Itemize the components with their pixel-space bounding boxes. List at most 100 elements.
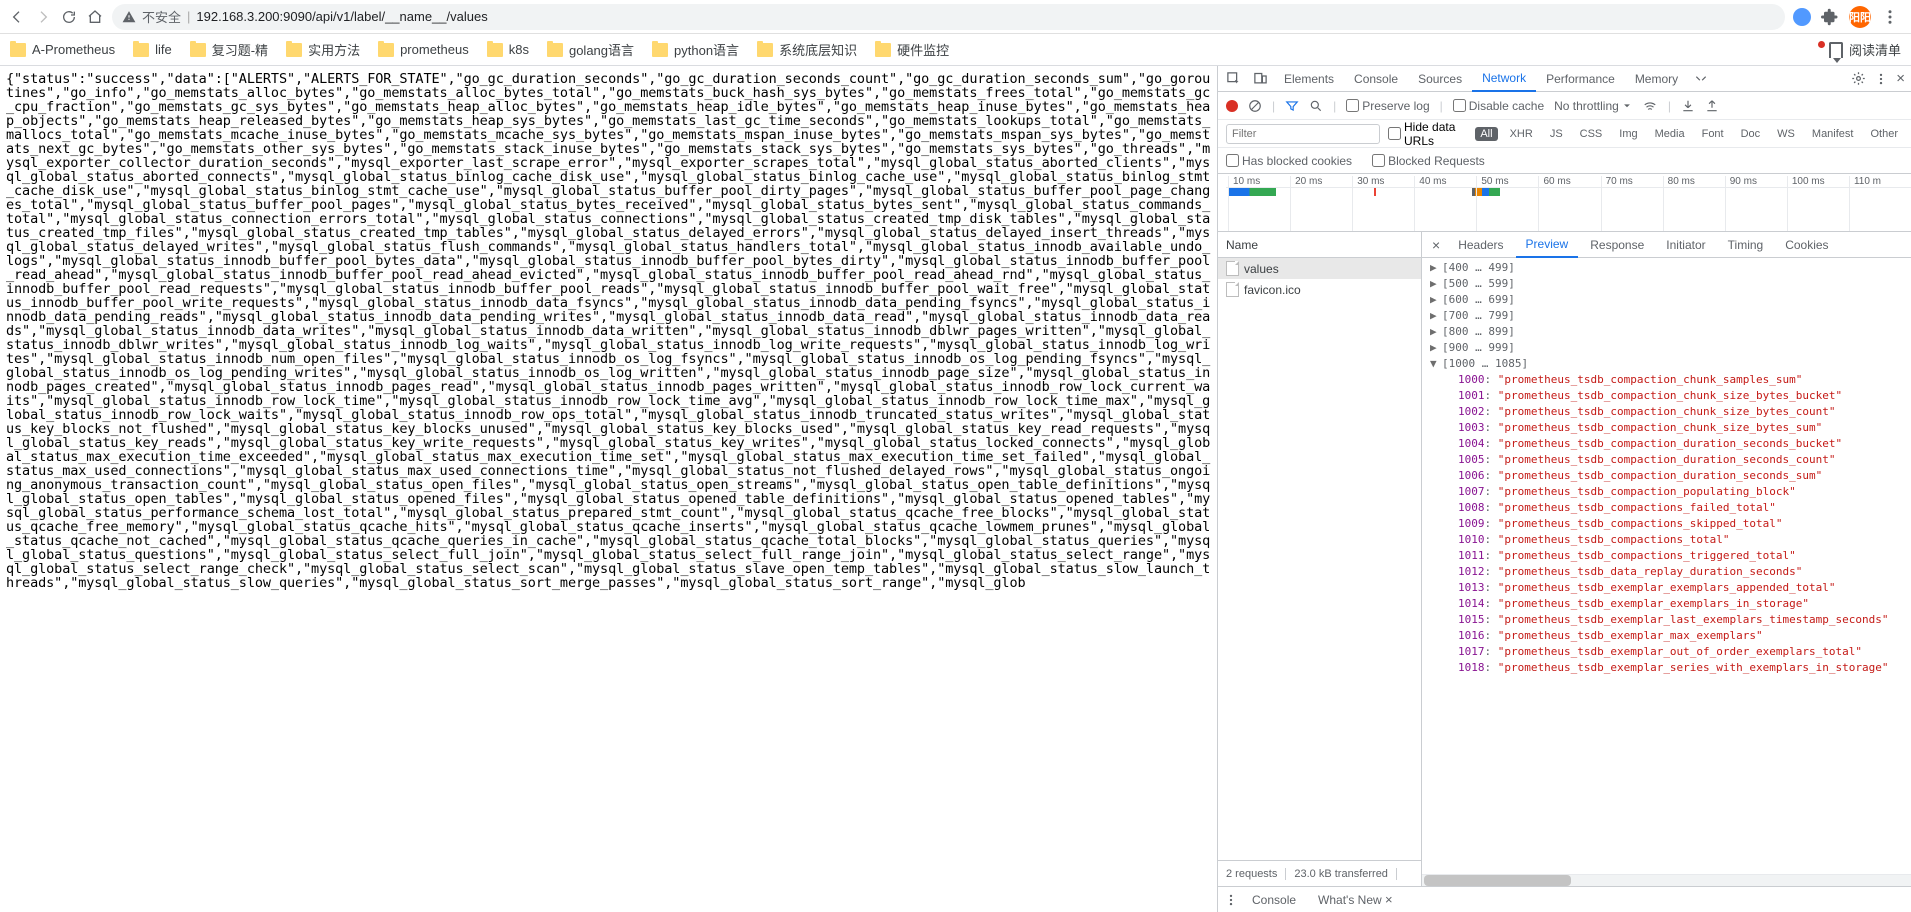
back-button[interactable] <box>8 8 26 26</box>
detail-tab-initiator[interactable]: Initiator <box>1656 232 1715 258</box>
drawer-tab-whatsnew[interactable]: What's New × <box>1310 892 1401 907</box>
request-row[interactable]: values <box>1218 258 1421 279</box>
tree-range-collapsed[interactable]: ▶[500 … 599] <box>1430 276 1911 292</box>
reload-button[interactable] <box>60 8 78 26</box>
detail-tab-cookies[interactable]: Cookies <box>1775 232 1838 258</box>
tree-item[interactable]: 1009: "prometheus_tsdb_compactions_skipp… <box>1430 516 1911 532</box>
import-har-icon[interactable] <box>1681 99 1695 113</box>
tree-item[interactable]: 1015: "prometheus_tsdb_exemplar_last_exe… <box>1430 612 1911 628</box>
preview-tree[interactable]: ▶[400 … 499]▶[500 … 599]▶[600 … 699]▶[70… <box>1422 258 1911 874</box>
close-detail-icon[interactable]: × <box>1426 237 1446 253</box>
type-filter-css[interactable]: CSS <box>1575 127 1608 141</box>
record-button[interactable] <box>1226 100 1238 112</box>
type-filter-media[interactable]: Media <box>1650 127 1690 141</box>
preserve-log-checkbox[interactable]: Preserve log <box>1346 99 1429 113</box>
tree-item[interactable]: 1012: "prometheus_tsdb_data_replay_durat… <box>1430 564 1911 580</box>
throttling-select[interactable]: No throttling <box>1554 99 1632 113</box>
tree-item[interactable]: 1003: "prometheus_tsdb_compaction_chunk_… <box>1430 420 1911 436</box>
bookmark-item[interactable]: A-Prometheus <box>10 42 115 57</box>
extensions-icon[interactable] <box>1821 8 1839 26</box>
kebab-icon[interactable] <box>1874 72 1888 86</box>
network-timeline[interactable]: 10 ms20 ms30 ms40 ms50 ms60 ms70 ms80 ms… <box>1218 174 1911 232</box>
disable-cache-checkbox[interactable]: Disable cache <box>1453 99 1544 113</box>
tree-item[interactable]: 1002: "prometheus_tsdb_compaction_chunk_… <box>1430 404 1911 420</box>
tree-item[interactable]: 1004: "prometheus_tsdb_compaction_durati… <box>1430 436 1911 452</box>
type-filter-other[interactable]: Other <box>1865 127 1903 141</box>
request-row[interactable]: favicon.ico <box>1218 279 1421 300</box>
type-filter-doc[interactable]: Doc <box>1736 127 1766 141</box>
tree-item[interactable]: 1018: "prometheus_tsdb_exemplar_series_w… <box>1430 660 1911 676</box>
export-har-icon[interactable] <box>1705 99 1719 113</box>
tree-item[interactable]: 1000: "prometheus_tsdb_compaction_chunk_… <box>1430 372 1911 388</box>
tree-item[interactable]: 1008: "prometheus_tsdb_compactions_faile… <box>1430 500 1911 516</box>
tree-range-open[interactable]: ▼[1000 … 1085] <box>1430 356 1911 372</box>
drawer-kebab-icon[interactable] <box>1224 893 1238 907</box>
bookmark-item[interactable]: 硬件监控 <box>875 40 949 59</box>
url-bar[interactable]: 不安全 | 192.168.3.200:9090/api/v1/label/__… <box>112 4 1785 30</box>
search-icon[interactable] <box>1309 99 1323 113</box>
devtools-tab-memory[interactable]: Memory <box>1625 66 1688 92</box>
menu-icon[interactable] <box>1881 8 1899 26</box>
blocked-requests-checkbox[interactable]: Blocked Requests <box>1372 154 1485 168</box>
tree-item[interactable]: 1006: "prometheus_tsdb_compaction_durati… <box>1430 468 1911 484</box>
user-avatar-small[interactable] <box>1793 8 1811 26</box>
tree-item[interactable]: 1010: "prometheus_tsdb_compactions_total… <box>1430 532 1911 548</box>
tree-item[interactable]: 1014: "prometheus_tsdb_exemplar_exemplar… <box>1430 596 1911 612</box>
devtools-tab-console[interactable]: Console <box>1344 66 1408 92</box>
type-filter-manifest[interactable]: Manifest <box>1807 127 1859 141</box>
tree-range-collapsed[interactable]: ▶[600 … 699] <box>1430 292 1911 308</box>
horizontal-scrollbar[interactable] <box>1422 874 1911 886</box>
close-icon[interactable]: × <box>1385 892 1393 907</box>
bookmark-item[interactable]: 系统底层知识 <box>757 40 857 59</box>
drawer-tab-console[interactable]: Console <box>1244 893 1304 907</box>
settings-gear-icon[interactable] <box>1851 71 1866 86</box>
filter-icon[interactable] <box>1285 99 1299 113</box>
devtools-tab-performance[interactable]: Performance <box>1536 66 1625 92</box>
detail-tab-timing[interactable]: Timing <box>1718 232 1774 258</box>
bookmark-item[interactable]: k8s <box>487 42 529 57</box>
devtools-tab-sources[interactable]: Sources <box>1408 66 1472 92</box>
tree-item[interactable]: 1007: "prometheus_tsdb_compaction_popula… <box>1430 484 1911 500</box>
network-filter-input[interactable] <box>1226 124 1380 144</box>
type-filter-ws[interactable]: WS <box>1772 127 1800 141</box>
type-filter-font[interactable]: Font <box>1697 127 1729 141</box>
tree-item[interactable]: 1011: "prometheus_tsdb_compactions_trigg… <box>1430 548 1911 564</box>
page-body[interactable]: {"status":"success","data":["ALERTS","AL… <box>0 66 1217 912</box>
type-filter-js[interactable]: JS <box>1545 127 1568 141</box>
bookmark-item[interactable]: life <box>133 42 172 57</box>
type-filter-xhr[interactable]: XHR <box>1505 127 1538 141</box>
tree-range-collapsed[interactable]: ▶[900 … 999] <box>1430 340 1911 356</box>
device-toggle-icon[interactable] <box>1247 71 1274 86</box>
type-filter-img[interactable]: Img <box>1614 127 1642 141</box>
tree-item[interactable]: 1017: "prometheus_tsdb_exemplar_out_of_o… <box>1430 644 1911 660</box>
tree-range-collapsed[interactable]: ▶[700 … 799] <box>1430 308 1911 324</box>
request-list-header[interactable]: Name <box>1218 232 1421 258</box>
network-conditions-icon[interactable] <box>1642 99 1658 113</box>
clear-icon[interactable] <box>1248 99 1262 113</box>
hide-data-urls-checkbox[interactable]: Hide data URLs <box>1388 120 1467 148</box>
devtools-tab-network[interactable]: Network <box>1472 66 1536 92</box>
inspect-element-icon[interactable] <box>1220 71 1247 86</box>
tree-item[interactable]: 1005: "prometheus_tsdb_compaction_durati… <box>1430 452 1911 468</box>
type-filter-all[interactable]: All <box>1475 127 1497 141</box>
devtools-tab-elements[interactable]: Elements <box>1274 66 1344 92</box>
detail-tab-response[interactable]: Response <box>1580 232 1654 258</box>
detail-tab-preview[interactable]: Preview <box>1516 232 1579 258</box>
tree-item[interactable]: 1016: "prometheus_tsdb_exemplar_max_exem… <box>1430 628 1911 644</box>
bookmark-item[interactable]: golang语言 <box>547 40 634 59</box>
bookmark-item[interactable]: python语言 <box>652 40 739 59</box>
readlist-button[interactable]: 阅读清单 <box>1829 40 1901 59</box>
devtools-close-icon[interactable]: × <box>1896 70 1905 87</box>
bookmark-item[interactable]: prometheus <box>378 42 469 57</box>
tree-range-collapsed[interactable]: ▶[400 … 499] <box>1430 260 1911 276</box>
tree-range-collapsed[interactable]: ▶[800 … 899] <box>1430 324 1911 340</box>
bookmark-item[interactable]: 复习题-精 <box>190 40 268 59</box>
profile-avatar[interactable]: 阳阳 <box>1849 6 1871 28</box>
more-tabs-icon[interactable] <box>1688 72 1714 86</box>
blocked-cookies-checkbox[interactable]: Has blocked cookies <box>1226 154 1352 168</box>
home-button[interactable] <box>86 8 104 26</box>
tree-item[interactable]: 1001: "prometheus_tsdb_compaction_chunk_… <box>1430 388 1911 404</box>
bookmark-item[interactable]: 实用方法 <box>286 40 360 59</box>
forward-button[interactable] <box>34 8 52 26</box>
tree-item[interactable]: 1013: "prometheus_tsdb_exemplar_exemplar… <box>1430 580 1911 596</box>
